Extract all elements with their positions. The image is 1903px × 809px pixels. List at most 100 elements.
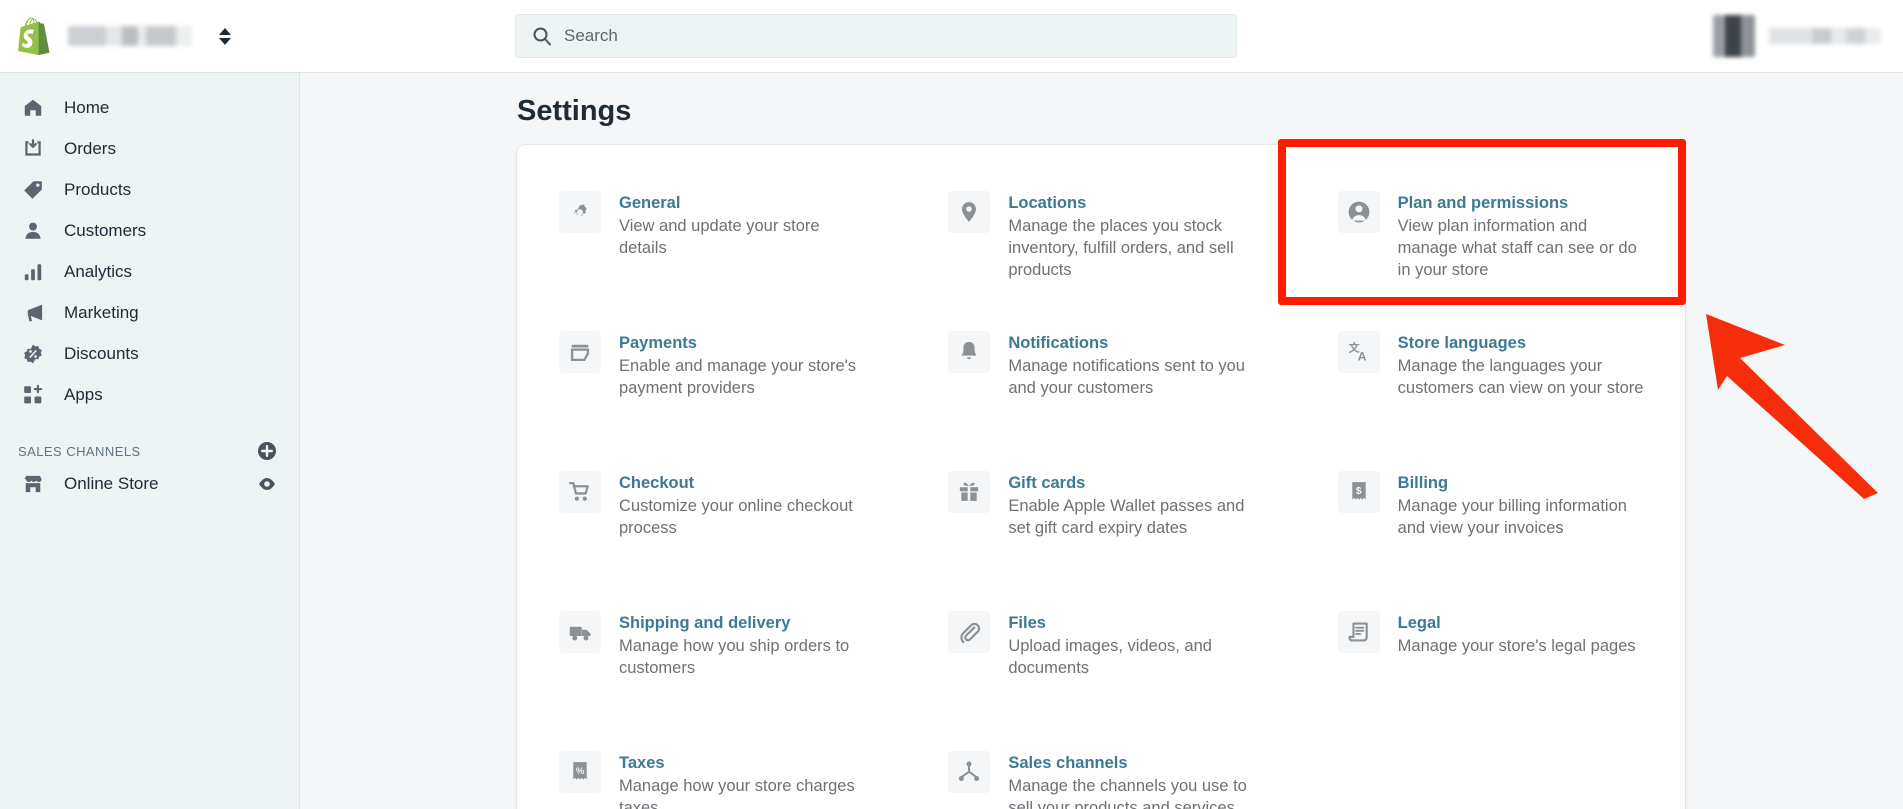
setting-title[interactable]: Shipping and delivery	[619, 614, 790, 632]
setting-item-store-languages[interactable]: 文 A Store languages Manage the languages…	[1296, 309, 1685, 449]
caret-up-icon	[219, 27, 231, 35]
setting-title[interactable]: Store languages	[1398, 334, 1526, 352]
shopify-bag-logo-icon	[18, 17, 50, 55]
store-switcher-button[interactable]	[214, 21, 236, 51]
sales-channels-header: SALES CHANNELS	[0, 415, 299, 463]
setting-text: Plan and permissions View plan informati…	[1398, 191, 1650, 282]
search-input[interactable]: Search	[515, 14, 1237, 58]
payment-card-icon	[559, 331, 601, 373]
orders-inbox-icon	[22, 137, 50, 161]
setting-desc: View and update your store details	[619, 217, 820, 258]
setting-title[interactable]: Legal	[1398, 614, 1441, 632]
setting-title[interactable]: Gift cards	[1008, 474, 1085, 492]
sidebar-item-products[interactable]: Products	[0, 169, 299, 210]
page-title: Settings	[517, 95, 632, 127]
setting-desc: Manage the languages your customers can …	[1397, 357, 1644, 398]
setting-item-general[interactable]: General View and update your store detai…	[517, 169, 906, 309]
person-circle-icon	[1337, 191, 1380, 233]
sidebar-item-analytics[interactable]: Analytics	[0, 251, 299, 292]
sidebar-item-label: Products	[64, 179, 132, 199]
setting-item-sales-channels[interactable]: Sales channels Manage the channels you u…	[906, 729, 1295, 809]
setting-text: Sales channels Manage the channels you u…	[1008, 751, 1260, 809]
settings-card: General View and update your store detai…	[517, 145, 1685, 809]
setting-desc: Manage how your store charges taxes	[619, 777, 855, 809]
sales-channels-title: SALES CHANNELS	[18, 443, 141, 459]
setting-title[interactable]: Taxes	[619, 754, 665, 772]
setting-title[interactable]: Payments	[619, 334, 697, 352]
discount-percent-icon	[22, 342, 50, 366]
sidebar-item-discounts[interactable]: Discounts	[0, 333, 299, 374]
setting-desc: Manage how you ship orders to customers	[619, 637, 850, 678]
setting-item-shipping-and-delivery[interactable]: Shipping and delivery Manage how you shi…	[517, 589, 906, 729]
sidebar-item-label: Discounts	[64, 343, 139, 363]
sidebar-item-label: Analytics	[64, 261, 133, 281]
brand-area	[0, 17, 300, 55]
eye-icon[interactable]	[257, 474, 277, 494]
setting-text: Shipping and delivery Manage how you shi…	[619, 611, 871, 680]
billing-receipt-icon: $	[1337, 471, 1380, 513]
setting-title[interactable]: Sales channels	[1008, 754, 1127, 772]
setting-item-billing[interactable]: $ Billing Manage your billing informatio…	[1296, 449, 1685, 589]
main-content: Settings General View and update your st…	[300, 73, 1903, 809]
setting-item-files[interactable]: Files Upload images, videos, and documen…	[906, 589, 1295, 729]
username-redacted	[1769, 28, 1881, 44]
gift-card-icon	[948, 471, 991, 513]
setting-text: Billing Manage your billing information …	[1398, 471, 1650, 540]
setting-title[interactable]: Billing	[1398, 474, 1448, 492]
sidebar-item-label: Apps	[64, 384, 103, 404]
setting-desc: Customize your online checkout process	[619, 497, 853, 538]
setting-desc: View plan information and manage what st…	[1397, 217, 1637, 279]
setting-title[interactable]: Notifications	[1008, 334, 1108, 352]
svg-text:%: %	[576, 766, 585, 777]
sidebar-item-orders[interactable]: Orders	[0, 128, 299, 169]
caret-down-icon	[219, 37, 231, 45]
setting-title[interactable]: Checkout	[619, 474, 694, 492]
translate-icon: 文 A	[1337, 331, 1380, 373]
setting-title[interactable]: General	[619, 194, 680, 212]
store-name-redacted[interactable]	[68, 26, 192, 46]
setting-item-checkout[interactable]: Checkout Customize your online checkout …	[517, 449, 906, 589]
setting-desc: Manage the channels you use to sell your…	[1008, 777, 1247, 809]
setting-text: General View and update your store detai…	[619, 191, 871, 260]
shopify-admin-settings-page: Search Home Orders Products Customers An…	[0, 0, 1903, 809]
setting-title[interactable]: Files	[1008, 614, 1046, 632]
setting-item-notifications[interactable]: Notifications Manage notifications sent …	[906, 309, 1295, 449]
channels-network-icon	[948, 751, 991, 793]
setting-title[interactable]: Locations	[1008, 194, 1086, 212]
setting-title[interactable]: Plan and permissions	[1398, 194, 1569, 212]
setting-text: Notifications Manage notifications sent …	[1008, 331, 1260, 400]
setting-item-plan-and-permissions[interactable]: Plan and permissions View plan informati…	[1296, 169, 1685, 309]
legal-scroll-icon	[1337, 611, 1380, 653]
setting-text: Legal Manage your store's legal pages	[1398, 611, 1636, 658]
bell-icon	[948, 331, 991, 373]
setting-text: Checkout Customize your online checkout …	[619, 471, 871, 540]
sidebar-item-customers[interactable]: Customers	[0, 210, 299, 251]
setting-desc: Enable Apple Wallet passes and set gift …	[1008, 497, 1245, 538]
megaphone-icon	[22, 301, 50, 325]
delivery-truck-icon	[559, 611, 601, 653]
setting-desc: Manage the places you stock inventory, f…	[1008, 217, 1234, 279]
setting-item-locations[interactable]: Locations Manage the places you stock in…	[906, 169, 1295, 309]
setting-text: Files Upload images, videos, and documen…	[1008, 611, 1260, 680]
plus-circle-icon[interactable]	[257, 441, 277, 461]
home-icon	[22, 96, 50, 120]
sidebar-item-home[interactable]: Home	[0, 87, 299, 128]
sidebar-item-online-store[interactable]: Online Store	[0, 463, 299, 504]
setting-item-legal[interactable]: Legal Manage your store's legal pages	[1296, 589, 1685, 729]
sidebar-item-label: Home	[64, 97, 110, 117]
sidebar-item-apps[interactable]: Apps	[0, 374, 299, 415]
setting-text: Locations Manage the places you stock in…	[1008, 191, 1260, 282]
setting-text: Payments Enable and manage your store's …	[619, 331, 871, 400]
bar-chart-icon	[22, 260, 50, 284]
settings-grid: General View and update your store detai…	[517, 169, 1685, 809]
sidebar-item-marketing[interactable]: Marketing	[0, 292, 299, 333]
setting-text: Taxes Manage how your store charges taxe…	[619, 751, 871, 809]
user-menu[interactable]	[1713, 14, 1881, 58]
setting-item-taxes[interactable]: % Taxes Manage how your store charges ta…	[517, 729, 906, 809]
setting-item-gift-cards[interactable]: Gift cards Enable Apple Wallet passes an…	[906, 449, 1295, 589]
apps-grid-plus-icon	[22, 383, 50, 407]
setting-item-payments[interactable]: Payments Enable and manage your store's …	[517, 309, 906, 449]
storefront-icon	[22, 472, 50, 496]
search-placeholder: Search	[564, 26, 618, 45]
top-bar: Search	[0, 0, 1903, 73]
